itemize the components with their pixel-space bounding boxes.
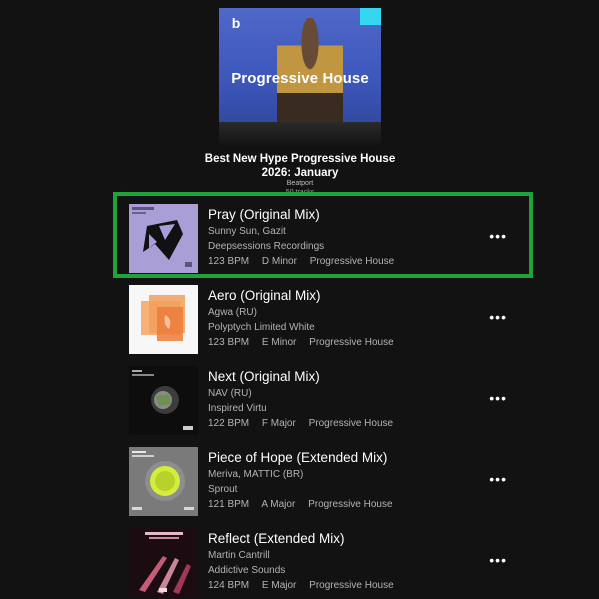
track-row[interactable]: Reflect (Extended Mix) Martin Cantrill A… <box>117 520 529 598</box>
track-meta: 121 BPM A Major Progressive House <box>208 499 403 510</box>
track-genre[interactable]: Progressive House <box>308 499 392 510</box>
track-key: A Major <box>261 499 296 510</box>
track-artwork[interactable] <box>129 528 198 597</box>
track-row[interactable]: Next (Original Mix) NAV (RU) Inspired Vi… <box>117 358 529 436</box>
track-title[interactable]: Aero (Original Mix) <box>208 288 321 303</box>
cover-corner-accent <box>360 8 381 25</box>
track-label[interactable]: Addictive Sounds <box>208 565 285 576</box>
track-genre[interactable]: Progressive House <box>309 580 393 591</box>
track-meta: 123 BPM E Minor Progressive House <box>208 337 404 348</box>
track-meta: 123 BPM D Minor Progressive House <box>208 256 404 267</box>
cover-genre-text: Progressive House <box>231 70 369 87</box>
track-bpm: 121 BPM <box>208 499 250 510</box>
track-label[interactable]: Inspired Virtu <box>208 403 267 414</box>
track-artwork[interactable] <box>129 366 198 435</box>
track-meta: 122 BPM F Major Progressive House <box>208 418 403 429</box>
track-row[interactable]: Piece of Hope (Extended Mix) Meriva, MAT… <box>117 439 529 517</box>
track-key: F Major <box>261 418 296 429</box>
track-key: E Major <box>261 580 297 591</box>
more-options-icon[interactable]: ••• <box>489 310 507 324</box>
playlist-cover[interactable]: b Progressive House <box>219 8 381 148</box>
cover-decks <box>219 122 381 148</box>
track-title[interactable]: Reflect (Extended Mix) <box>208 531 345 546</box>
track-meta: 124 BPM E Major Progressive House <box>208 580 404 591</box>
track-title[interactable]: Next (Original Mix) <box>208 369 320 384</box>
more-options-icon[interactable]: ••• <box>489 553 507 567</box>
track-label[interactable]: Deepsessions Recordings <box>208 241 324 252</box>
beatport-logo-icon: b <box>231 15 241 31</box>
track-artwork[interactable] <box>129 204 198 273</box>
playlist-owner[interactable]: Beatport <box>200 180 400 187</box>
track-artists[interactable]: NAV (RU) <box>208 388 252 399</box>
track-label[interactable]: Sprout <box>208 484 237 495</box>
track-key: E Minor <box>261 337 297 348</box>
track-label[interactable]: Polyptych Limited White <box>208 322 315 333</box>
track-key: D Minor <box>261 256 297 267</box>
track-artists[interactable]: Sunny Sun, Gazit <box>208 226 286 237</box>
playlist-track-count: 50 tracks <box>285 189 315 196</box>
track-row[interactable]: Aero (Original Mix) Agwa (RU) Polyptych … <box>117 277 529 355</box>
track-bpm: 122 BPM <box>208 418 250 429</box>
more-options-icon[interactable]: ••• <box>489 391 507 405</box>
track-artists[interactable]: Martin Cantrill <box>208 550 270 561</box>
track-artists[interactable]: Meriva, MATTIC (BR) <box>208 469 303 480</box>
track-bpm: 123 BPM <box>208 337 250 348</box>
track-title[interactable]: Pray (Original Mix) <box>208 207 320 222</box>
track-genre[interactable]: Progressive House <box>309 337 393 348</box>
track-genre[interactable]: Progressive House <box>310 256 394 267</box>
more-options-icon[interactable]: ••• <box>489 229 507 243</box>
playlist-title-line1: Best New Hype Progressive House <box>204 153 396 165</box>
more-options-icon[interactable]: ••• <box>489 472 507 486</box>
track-bpm: 123 BPM <box>208 256 250 267</box>
playlist-title-line2: 2026: January <box>261 167 339 179</box>
playlist-page: b Progressive House Best New Hype Progre… <box>0 0 599 599</box>
track-title[interactable]: Piece of Hope (Extended Mix) <box>208 450 387 465</box>
track-artists[interactable]: Agwa (RU) <box>208 307 257 318</box>
track-artwork[interactable] <box>129 285 198 354</box>
track-genre[interactable]: Progressive House <box>309 418 393 429</box>
track-row[interactable]: Pray (Original Mix) Sunny Sun, Gazit Dee… <box>113 192 533 278</box>
track-artwork[interactable] <box>129 447 198 516</box>
playlist-title: Best New Hype Progressive House 2026: Ja… <box>150 152 450 180</box>
track-bpm: 124 BPM <box>208 580 250 591</box>
